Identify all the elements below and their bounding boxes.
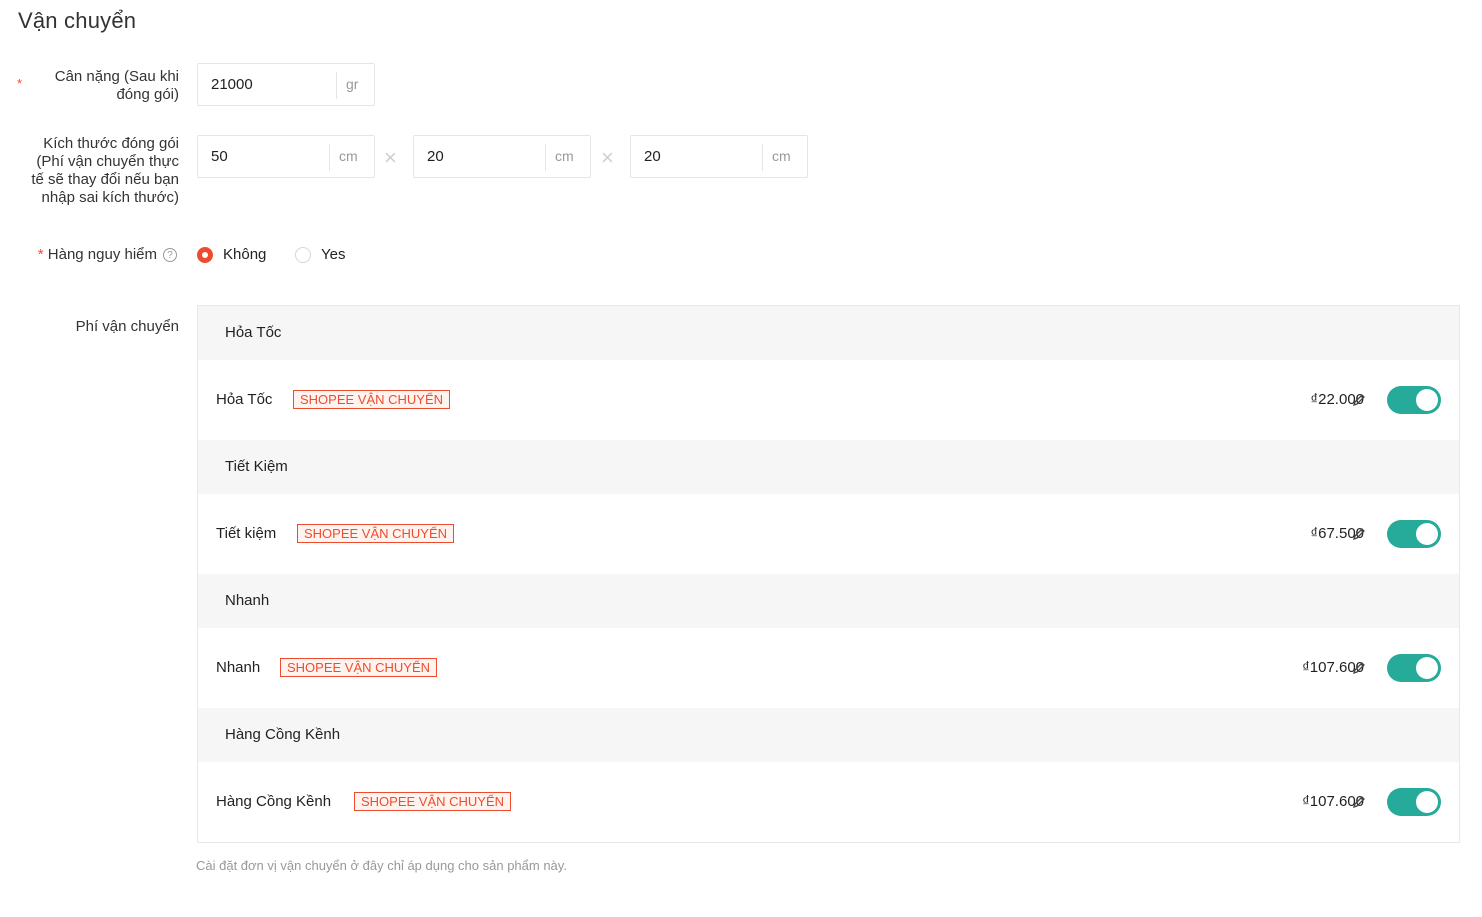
edit-pencil-icon[interactable] xyxy=(1352,527,1366,541)
width-input[interactable]: 20 cm xyxy=(413,135,591,178)
edit-pencil-icon[interactable] xyxy=(1352,795,1366,809)
weight-value: 21000 xyxy=(211,76,253,93)
height-input[interactable]: 20 cm xyxy=(630,135,808,178)
dangerous-label: * Hàng nguy hiểm xyxy=(37,246,157,263)
group-header: Tiết Kiệm xyxy=(198,440,1459,494)
shipping-fee-label: Phí vận chuyển xyxy=(75,318,179,335)
shopee-shipping-tag: SHOPEE VẬN CHUYỂN xyxy=(297,524,455,543)
radio-yes[interactable] xyxy=(295,247,311,263)
toggle-switch[interactable] xyxy=(1387,788,1441,816)
edit-pencil-icon[interactable] xyxy=(1352,393,1366,407)
required-star: * xyxy=(37,246,44,263)
shipping-row: Hỏa Tốc SHOPEE VẬN CHUYỂN ₫22.000 xyxy=(198,360,1459,440)
radio-no-label[interactable]: Không xyxy=(223,246,266,263)
length-value: 50 xyxy=(211,148,228,165)
shipping-options-panel: Hỏa Tốc Hỏa Tốc SHOPEE VẬN CHUYỂN ₫22.00… xyxy=(197,305,1460,843)
section-title: Vận chuyển xyxy=(18,8,137,33)
channel-name: Hỏa Tốc xyxy=(216,391,273,408)
radio-yes-label[interactable]: Yes xyxy=(321,246,345,263)
times-icon: × xyxy=(384,145,397,170)
dimensions-label: Kích thước đóng gói (Phí vận chuyển thực… xyxy=(31,135,179,206)
group-header: Hàng Cồng Kềnh xyxy=(198,708,1459,762)
help-icon[interactable]: ? xyxy=(163,248,177,262)
toggle-switch[interactable] xyxy=(1387,654,1441,682)
height-unit: cm xyxy=(772,148,791,164)
channel-name: Tiết kiệm xyxy=(216,525,277,542)
shipping-row: Hàng Cồng Kềnh SHOPEE VẬN CHUYỂN ₫107.60… xyxy=(198,762,1459,842)
channel-name: Nhanh xyxy=(216,659,261,676)
weight-label: Cân nặng (Sau khi đóng gói) xyxy=(54,68,179,103)
width-value: 20 xyxy=(427,148,444,165)
channel-name: Hàng Cồng Kềnh xyxy=(216,793,332,810)
toggle-switch[interactable] xyxy=(1387,386,1441,414)
group-header: Nhanh xyxy=(198,574,1459,628)
times-icon: × xyxy=(601,145,614,170)
group-header: Hỏa Tốc xyxy=(198,306,1459,360)
length-input[interactable]: 50 cm xyxy=(197,135,375,178)
toggle-switch[interactable] xyxy=(1387,520,1441,548)
shipping-row: Tiết kiệm SHOPEE VẬN CHUYỂN ₫67.500 xyxy=(198,494,1459,574)
length-unit: cm xyxy=(339,148,358,164)
shipping-note: Cài đặt đơn vị vận chuyển ở đây chỉ áp d… xyxy=(196,858,567,873)
height-value: 20 xyxy=(644,148,661,165)
shopee-shipping-tag: SHOPEE VẬN CHUYỂN xyxy=(280,658,438,677)
width-unit: cm xyxy=(555,148,574,164)
weight-unit: gr xyxy=(346,76,359,92)
edit-pencil-icon[interactable] xyxy=(1352,661,1366,675)
shipping-row: Nhanh SHOPEE VẬN CHUYỂN ₫107.600 xyxy=(198,628,1459,708)
required-star: * xyxy=(17,76,23,91)
shopee-shipping-tag: SHOPEE VẬN CHUYỂN xyxy=(293,390,451,409)
weight-input[interactable]: 21000 gr xyxy=(197,63,375,106)
radio-no[interactable] xyxy=(197,247,213,263)
shopee-shipping-tag: SHOPEE VẬN CHUYỂN xyxy=(354,792,512,811)
